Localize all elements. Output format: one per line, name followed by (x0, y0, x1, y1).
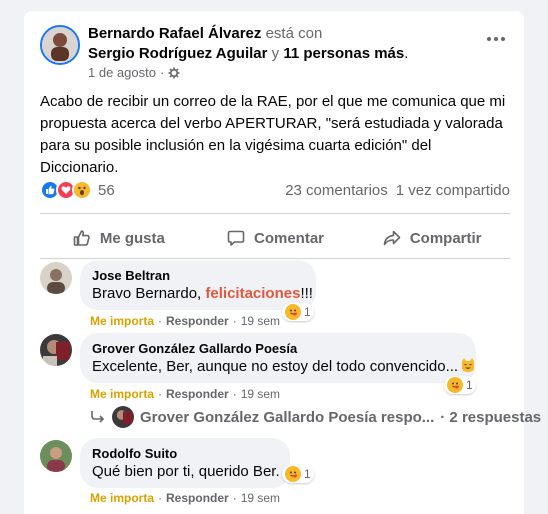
stats-right: 23 comentarios 1 vez compartido (285, 182, 510, 199)
comment-text: Excelente, Ber, aunque no estoy del todo… (92, 357, 475, 377)
comment-time[interactable]: 19 sem (241, 314, 280, 328)
commenter-photo-icon (40, 440, 72, 472)
dot-separator: · (158, 491, 163, 505)
replies-author: Grover González Gallardo Poesía respo... (140, 408, 435, 426)
care-reaction-icon (447, 377, 463, 393)
reply-link[interactable]: Responder (166, 491, 229, 505)
care-reaction-link[interactable]: Me importa (90, 491, 154, 505)
divider (40, 258, 510, 259)
and-text: y (271, 45, 280, 62)
with-text: está con (265, 25, 323, 42)
reaction-count[interactable]: 56 (98, 182, 115, 199)
author-name[interactable]: Bernardo Rafael Álvarez (88, 25, 261, 42)
comment-actions: Me importa · Responder · 19 sem (90, 387, 280, 401)
author-avatar[interactable] (40, 25, 80, 65)
share-icon (383, 230, 401, 246)
reply-arrow-icon (91, 411, 105, 423)
comment-reaction-count: 1 (466, 378, 473, 392)
more-options-button[interactable] (482, 29, 510, 49)
period: . (404, 45, 409, 62)
shares-count[interactable]: 1 vez compartido (396, 182, 510, 199)
commenter-name[interactable]: Grover González Gallardo Poesía (92, 341, 464, 357)
comment-actions: Me importa · Responder · 19 sem (90, 491, 280, 505)
reaction-icons[interactable] (40, 180, 92, 200)
dot-separator: · (232, 314, 237, 328)
tagged-line: Sergio Rodríguez Aguilar y 11 personas m… (88, 45, 408, 62)
commenter-name[interactable]: Rodolfo Suito (92, 446, 278, 462)
comment-button[interactable]: Comentar (197, 218, 354, 258)
gear-icon[interactable] (168, 67, 180, 79)
commenter-photo-icon (40, 334, 72, 366)
like-label: Me gusta (99, 229, 165, 247)
comment-reaction-count: 1 (304, 305, 311, 319)
more-dot-icon (494, 37, 498, 41)
comment-text-part: Bravo Bernardo, (92, 285, 206, 302)
comment-label: Comentar (254, 229, 325, 247)
comment-reaction-badge[interactable]: 1 (282, 465, 314, 483)
care-reaction-icon (285, 304, 301, 320)
share-label: Compartir (409, 229, 482, 247)
wow-reaction-icon (72, 180, 92, 200)
comment-bubble: Jose Beltran Bravo Bernardo, felicitacio… (80, 260, 316, 310)
comment-bubble: Grover González Gallardo Poesía Excelent… (80, 333, 476, 383)
comment-text-part: Excelente, Ber, aunque no estoy del todo… (92, 358, 459, 375)
comment-bubble: Rodolfo Suito Qué bien por ti, querido B… (80, 438, 290, 488)
commenter-avatar[interactable] (40, 440, 72, 472)
action-bar: Me gusta Comentar Compartir (40, 218, 510, 258)
comment-reaction-badge[interactable]: 1 (444, 376, 476, 394)
commenter-name[interactable]: Jose Beltran (92, 268, 304, 284)
dot-separator: · (158, 387, 163, 401)
comment-actions: Me importa · Responder · 19 sem (90, 314, 280, 328)
comment-reaction-count: 1 (304, 467, 311, 481)
view-replies-link[interactable]: Grover González Gallardo Poesía respo...… (90, 406, 541, 428)
dot-separator: · (158, 314, 163, 328)
divider (40, 213, 510, 214)
comment-text: Bravo Bernardo, felicitaciones!!! (92, 284, 313, 304)
comments-count[interactable]: 23 comentarios (285, 182, 388, 199)
dot-separator: · (232, 387, 237, 401)
comment-reaction-badge[interactable]: 1 (282, 303, 314, 321)
highlighted-word: felicitaciones (205, 285, 301, 302)
thumbs-up-icon (73, 230, 90, 246)
meta-separator: · (159, 65, 165, 80)
post-stats: 56 23 comentarios 1 vez compartido (40, 179, 510, 201)
tagged-others[interactable]: 11 personas más (283, 45, 404, 62)
care-reaction-link[interactable]: Me importa (90, 314, 154, 328)
reply-avatar (112, 406, 134, 428)
post-date[interactable]: 1 de agosto (88, 65, 156, 80)
reply-link[interactable]: Responder (166, 314, 229, 328)
author-photo-icon (42, 27, 78, 63)
comment-time[interactable]: 19 sem (241, 491, 280, 505)
tagged-person[interactable]: Sergio Rodríguez Aguilar (88, 45, 267, 62)
comment-time[interactable]: 19 sem (241, 387, 280, 401)
like-button[interactable]: Me gusta (40, 218, 197, 258)
more-dot-icon (487, 37, 491, 41)
post-header-line: Bernardo Rafael Álvarez está con (88, 25, 322, 42)
more-dot-icon (501, 37, 505, 41)
post-meta: 1 de agosto · (88, 65, 180, 80)
care-reaction-link[interactable]: Me importa (90, 387, 154, 401)
share-button[interactable]: Compartir (353, 218, 510, 258)
dot-separator: · (232, 491, 237, 505)
commenter-avatar[interactable] (40, 334, 72, 366)
smiley-cat-icon (460, 357, 476, 373)
reply-link[interactable]: Responder (166, 387, 229, 401)
care-reaction-icon (285, 466, 301, 482)
comment-text-part: !!! (300, 285, 313, 302)
commenter-avatar[interactable] (40, 262, 72, 294)
commenter-photo-icon (40, 262, 72, 294)
post-body: Acabo de recibir un correo de la RAE, po… (40, 93, 506, 176)
comment-text: Qué bien por ti, querido Ber. (92, 463, 280, 480)
replies-count: · 2 respuestas (440, 408, 542, 426)
comment-icon (227, 230, 245, 246)
